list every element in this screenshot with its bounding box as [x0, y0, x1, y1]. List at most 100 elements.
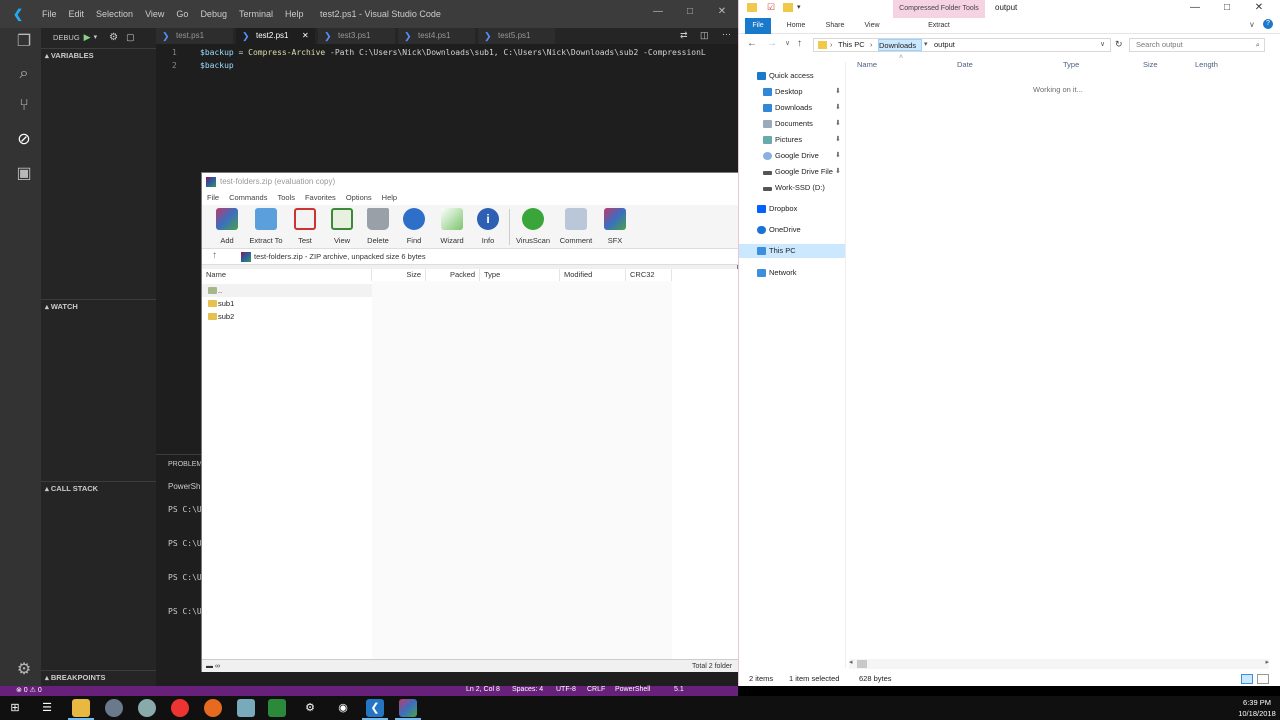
debug-settings-icon[interactable]: ⚙: [109, 32, 118, 43]
archive-file-list[interactable]: Name Size Packed Type Modified CRC32 .. …: [202, 269, 739, 659]
col-crc32[interactable]: CRC32: [626, 269, 672, 281]
windows-start-icon[interactable]: ⊞: [6, 699, 24, 717]
large-icons-view-icon[interactable]: [1257, 674, 1269, 684]
menu-file[interactable]: File: [36, 9, 63, 19]
nav-google-drive[interactable]: Google Drive ⬇: [739, 149, 845, 163]
minimize-icon[interactable]: —: [1179, 2, 1211, 13]
more-actions-icon[interactable]: ⋯: [722, 29, 731, 40]
help-icon[interactable]: ?: [1263, 19, 1273, 29]
ribbon-tab-home[interactable]: Home: [783, 18, 809, 34]
rar-menu-help[interactable]: Help: [377, 191, 402, 205]
indentation[interactable]: Spaces: 4: [512, 686, 543, 693]
new-folder-icon[interactable]: [783, 3, 793, 12]
debug-icon[interactable]: ⊘: [12, 128, 36, 152]
rar-menu-commands[interactable]: Commands: [224, 191, 272, 205]
extract-to-button[interactable]: Extract To: [248, 208, 284, 245]
task-view-icon[interactable]: ☰: [38, 699, 56, 717]
scroll-right-icon[interactable]: ▸: [1265, 658, 1269, 666]
close-icon[interactable]: ✕: [706, 6, 738, 17]
system-clock[interactable]: 6:39 PM 10/18/2018: [1234, 696, 1280, 719]
col-packed[interactable]: Packed: [426, 269, 480, 281]
tab-test3[interactable]: ❯ test3.ps1: [318, 28, 396, 44]
code-line-2[interactable]: $backup: [200, 61, 234, 70]
chrome-icon[interactable]: [171, 699, 189, 717]
menu-help[interactable]: Help: [279, 9, 310, 19]
vscode-taskbar-icon[interactable]: ❮: [366, 699, 384, 717]
wizard-button[interactable]: Wizard: [434, 208, 470, 245]
cursor-position[interactable]: Ln 2, Col 8: [466, 686, 500, 693]
nav-this-pc[interactable]: This PC: [739, 244, 845, 258]
menu-debug[interactable]: Debug: [194, 9, 233, 19]
test-button[interactable]: Test: [287, 208, 323, 245]
debug-console-icon[interactable]: ▢: [126, 32, 135, 43]
open-changes-icon[interactable]: ⇄: [680, 30, 688, 41]
menu-selection[interactable]: Selection: [90, 9, 139, 19]
horizontal-scrollbar[interactable]: ◂ ▸: [849, 659, 1269, 669]
split-editor-icon[interactable]: ◫: [700, 30, 709, 41]
rar-menu-favorites[interactable]: Favorites: [300, 191, 341, 205]
col-size[interactable]: Size: [372, 269, 426, 281]
nav-onedrive[interactable]: OneDrive: [739, 223, 845, 237]
refresh-icon[interactable]: ↻: [1115, 39, 1123, 50]
details-view-icon[interactable]: [1241, 674, 1253, 684]
maximize-icon[interactable]: □: [674, 6, 706, 17]
breadcrumb-this-pc[interactable]: This PC: [838, 39, 865, 51]
col-modified[interactable]: Modified: [560, 269, 626, 281]
drive-icon[interactable]: ▬ ∞: [206, 660, 220, 673]
col-date[interactable]: Date: [957, 60, 973, 69]
delete-button[interactable]: Delete: [360, 208, 396, 245]
nav-downloads[interactable]: Downloads ⬇: [739, 101, 845, 115]
encoding[interactable]: UTF-8: [556, 686, 576, 693]
ribbon-tab-extract[interactable]: Extract: [919, 18, 959, 34]
col-type[interactable]: Type: [1063, 60, 1079, 69]
app-icon[interactable]: [138, 699, 156, 717]
scroll-left-icon[interactable]: ◂: [849, 658, 853, 666]
col-size[interactable]: Size: [1143, 60, 1158, 69]
minimize-icon[interactable]: —: [642, 6, 674, 17]
qat-dropdown-icon[interactable]: ▾: [797, 3, 801, 11]
tab-test2[interactable]: ❯ test2.ps1 ✕: [236, 28, 316, 44]
ribbon-tab-view[interactable]: View: [859, 18, 885, 34]
settings-gear-icon[interactable]: ⚙: [12, 658, 36, 682]
tab-test5[interactable]: ❯ test5.ps1: [478, 28, 556, 44]
ps-version[interactable]: 5.1: [674, 686, 684, 693]
search-input[interactable]: Search output ⌕: [1129, 38, 1265, 52]
tab-test[interactable]: ❯ test.ps1: [156, 28, 234, 44]
search-icon[interactable]: ⌕: [12, 62, 36, 86]
add-button[interactable]: Add: [209, 208, 245, 245]
forward-arrow-icon[interactable]: →: [767, 38, 777, 49]
code-line-1[interactable]: $backup = Compress-Archive -Path C:\User…: [200, 48, 706, 57]
app-icon[interactable]: ◉: [334, 699, 352, 717]
explorer-files-icon[interactable]: ❐: [12, 30, 36, 54]
variables-section[interactable]: ▴ VARIABLES: [41, 48, 156, 62]
up-arrow-icon[interactable]: ↑: [797, 38, 802, 49]
view-button[interactable]: View: [324, 208, 360, 245]
breadcrumb-downloads[interactable]: Downloads: [878, 39, 922, 51]
menu-view[interactable]: View: [139, 9, 170, 19]
nav-work-ssd[interactable]: Work-SSD (D:): [739, 181, 845, 195]
find-button[interactable]: Find: [396, 208, 432, 245]
nav-google-drive-file[interactable]: Google Drive File ⬇: [739, 165, 845, 179]
callstack-section[interactable]: ▴ CALL STACK: [41, 481, 156, 495]
maximize-icon[interactable]: □: [1211, 2, 1243, 13]
comment-button[interactable]: Comment: [558, 208, 594, 245]
nav-pictures[interactable]: Pictures ⬇: [739, 133, 845, 147]
extensions-icon[interactable]: ▣: [12, 162, 36, 186]
panel-tab-problems[interactable]: PROBLEM: [168, 461, 202, 468]
source-control-icon[interactable]: ⑂: [12, 94, 36, 118]
up-arrow-icon[interactable]: ↑: [212, 250, 217, 261]
virusscan-button[interactable]: VirusScan: [515, 208, 551, 245]
ribbon-tab-file[interactable]: File: [745, 18, 771, 34]
rar-menu-file[interactable]: File: [202, 191, 224, 205]
address-dropdown-icon[interactable]: ∨: [1100, 39, 1105, 51]
sfx-button[interactable]: SFX: [597, 208, 633, 245]
tab-test4[interactable]: ❯ test4.ps1: [398, 28, 476, 44]
menu-go[interactable]: Go: [170, 9, 194, 19]
ribbon-tab-share[interactable]: Share: [821, 18, 849, 34]
tab-close-icon[interactable]: ✕: [302, 28, 309, 44]
breadcrumb-dropdown-icon[interactable]: ▾: [924, 39, 928, 51]
compressed-tools-tab[interactable]: Compressed Folder Tools: [893, 0, 985, 18]
close-icon[interactable]: ✕: [1243, 2, 1275, 13]
rar-menu-options[interactable]: Options: [341, 191, 377, 205]
ribbon-expand-icon[interactable]: ∨: [1249, 20, 1255, 29]
